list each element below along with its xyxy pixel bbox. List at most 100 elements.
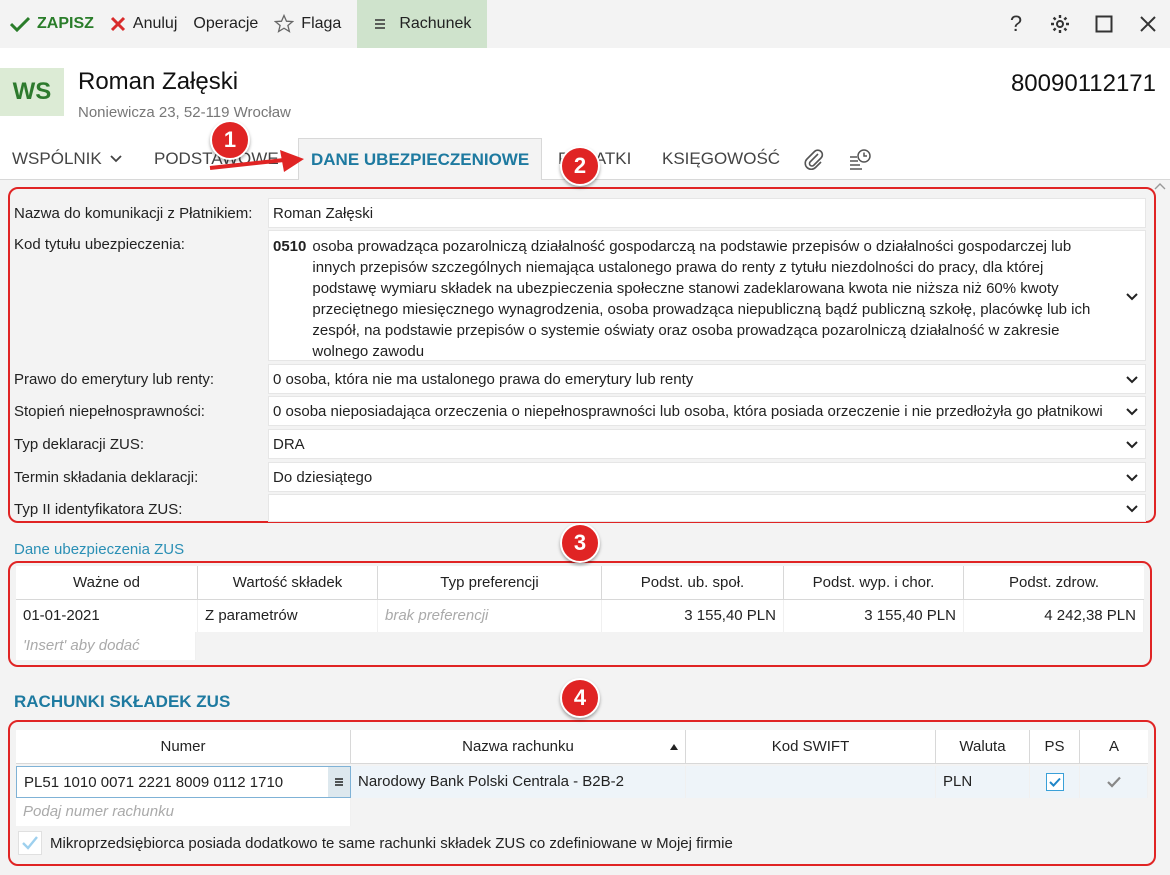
chevron-down-icon (1126, 441, 1138, 449)
check-icon (10, 16, 30, 32)
close-window-button[interactable] (1126, 0, 1170, 48)
maximize-button[interactable] (1082, 0, 1126, 48)
tab-accounting[interactable]: KSIĘGOWOŚĆ (662, 138, 780, 180)
table-row-new[interactable]: Podaj numer rachunku (16, 798, 351, 830)
micro-checkbox-row[interactable]: Mikroprzedsiębiorca posiada dodatkowo te… (18, 831, 733, 855)
column-header[interactable]: Kod SWIFT (686, 730, 936, 764)
insurance-table-header: Ważne od Wartość składek Typ preferencji… (16, 566, 1144, 600)
micro-checkbox[interactable] (18, 831, 42, 855)
decl-type-value: DRA (273, 435, 305, 453)
column-header[interactable]: A (1080, 730, 1148, 764)
partner-name: Roman Załęski (78, 68, 239, 95)
chevron-down-icon (1126, 376, 1138, 384)
operations-button[interactable]: Operacje (185, 0, 266, 48)
deadline-label: Termin składania deklaracji: (14, 469, 199, 486)
partner-pesel: 80090112171 (1010, 70, 1156, 97)
account-button[interactable]: Rachunek (357, 0, 488, 48)
chevron-down-icon (1126, 505, 1138, 513)
column-header[interactable]: Waluta (936, 730, 1030, 764)
table-row-new[interactable]: 'Insert' aby dodać (16, 632, 196, 664)
help-button[interactable]: ? (994, 0, 1038, 48)
column-header-sorted[interactable]: Nazwa rachunku (351, 730, 686, 764)
add-account-hint: Podaj numer rachunku (16, 798, 351, 826)
partner-address: Noniewicza 23, 52-119 Wrocław (78, 104, 291, 121)
close-window-icon (1140, 16, 1156, 32)
annotation-badge: 2 (560, 146, 600, 186)
pension-value: 0 osoba, która nie ma ustalonego prawa d… (273, 370, 694, 388)
menu-icon (335, 778, 343, 786)
column-header[interactable]: Podst. wyp. i chor. (784, 566, 964, 600)
title-code: 0510 (273, 238, 307, 255)
chevron-down-icon (1126, 474, 1138, 482)
comm-name-input[interactable]: Roman Załęski (268, 198, 1146, 228)
a-status-cell (1080, 766, 1148, 798)
table-cell: 4 242,38 PLN (964, 600, 1144, 632)
tab-insurance[interactable]: DANE UBEZPIECZENIOWE (298, 138, 543, 180)
pension-select[interactable]: 0 osoba, która nie ma ustalonego prawa d… (268, 364, 1146, 394)
flag-label: Flaga (301, 15, 342, 32)
chevron-down-icon (110, 155, 123, 163)
check-icon (1048, 777, 1061, 787)
toolbar: ZAPISZ Anuluj Operacje Flaga Rachunek ? (0, 0, 1170, 48)
check-icon (22, 836, 38, 850)
save-button[interactable]: ZAPISZ (0, 0, 102, 48)
column-header[interactable]: Podst. ub. społ. (602, 566, 784, 600)
column-header[interactable]: Ważne od (16, 566, 198, 600)
table-cell: 01-01-2021 (16, 600, 198, 632)
column-header[interactable]: Typ preferencji (378, 566, 602, 600)
table-cell: 3 155,40 PLN (784, 600, 964, 632)
table-row[interactable]: PL51 1010 0071 2221 8009 0112 1710 Narod… (16, 766, 1148, 798)
pension-label: Prawo do emerytury lub renty: (14, 371, 215, 388)
cancel-label: Anuluj (132, 15, 178, 32)
paperclip-icon (804, 149, 824, 170)
column-header[interactable]: Numer (16, 730, 351, 764)
star-icon (274, 14, 295, 33)
column-header[interactable]: Wartość składek (198, 566, 378, 600)
decl-type-select[interactable]: DRA (268, 429, 1146, 459)
menu-button[interactable] (328, 767, 350, 797)
settings-button[interactable] (1038, 0, 1082, 48)
annotation-badge: 4 (560, 678, 600, 718)
title-code-label: Kod tytułu ubezpieczenia: (14, 236, 185, 253)
decl-type-label: Typ deklaracji ZUS: (14, 436, 145, 453)
column-header[interactable]: PS (1030, 730, 1080, 764)
tab-partner[interactable]: WSPÓLNIK (12, 138, 123, 180)
chevron-down-icon (1125, 404, 1139, 418)
window-controls: ? (994, 0, 1170, 48)
record-header: WS Roman Załęski Noniewicza 23, 52-119 W… (0, 48, 1170, 138)
disability-select[interactable]: 0 osoba nieposiadająca orzeczenia o niep… (268, 396, 1146, 426)
micro-checkbox-label: Mikroprzedsiębiorca posiada dodatkowo te… (50, 834, 733, 852)
account-label: Rachunek (399, 15, 472, 32)
history-tab[interactable] (848, 146, 872, 170)
menu-icon (375, 19, 386, 29)
operations-label: Operacje (193, 15, 259, 32)
attachments-tab[interactable] (804, 146, 824, 170)
id2-select[interactable] (268, 494, 1146, 522)
deadline-select[interactable]: Do dziesiątego (268, 462, 1146, 492)
comm-name-label: Nazwa do komunikacji z Płatnikiem: (14, 205, 253, 222)
gear-icon (1051, 15, 1069, 33)
table-cell: PLN (936, 766, 1030, 798)
column-header-label: Nazwa rachunku (462, 738, 574, 755)
account-number-input[interactable]: PL51 1010 0071 2221 8009 0112 1710 (16, 766, 351, 798)
disability-label: Stopień niepełnosprawności: (14, 403, 205, 420)
table-row[interactable]: 01-01-2021 Z parametrów brak preferencji… (16, 600, 1144, 632)
accounts-table-header: Numer Nazwa rachunku Kod SWIFT Waluta PS… (16, 730, 1148, 764)
cancel-button[interactable]: Anuluj (102, 0, 185, 48)
annotation-badge: 3 (560, 523, 600, 563)
flag-button[interactable]: Flaga (266, 0, 349, 48)
disability-value: 0 osoba nieposiadająca orzeczenia o niep… (273, 402, 1103, 420)
deadline-value: Do dziesiątego (273, 468, 373, 486)
insurance-data-link[interactable]: Dane ubezpieczenia ZUS (14, 541, 184, 558)
close-icon (110, 16, 125, 32)
table-cell (686, 766, 936, 798)
maximize-icon (1095, 15, 1113, 33)
column-header[interactable]: Podst. zdrow. (964, 566, 1144, 600)
history-icon (850, 149, 871, 170)
title-code-select[interactable]: 0510 osoba prowadząca pozarolniczą dział… (268, 230, 1146, 361)
scroll-up-icon[interactable] (1154, 182, 1166, 190)
help-icon: ? (1009, 11, 1023, 36)
ps-checkbox-cell[interactable] (1030, 766, 1080, 798)
check-icon (1106, 776, 1121, 788)
ps-checkbox[interactable] (1045, 773, 1064, 791)
